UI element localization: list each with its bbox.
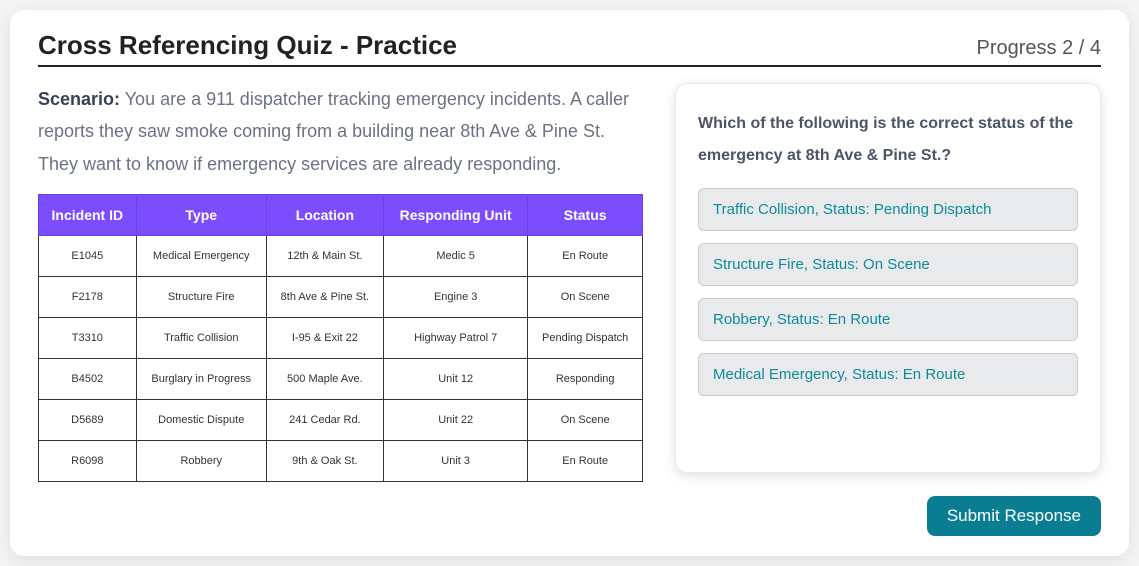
answer-option-3[interactable]: Robbery, Status: En Route bbox=[698, 298, 1078, 341]
col-responding-unit: Responding Unit bbox=[383, 195, 527, 236]
cell: Traffic Collision bbox=[136, 318, 266, 359]
scenario-label: Scenario: bbox=[38, 89, 120, 109]
col-incident-id: Incident ID bbox=[39, 195, 137, 236]
progress-indicator: Progress 2 / 4 bbox=[976, 37, 1101, 60]
submit-row: Submit Response bbox=[38, 496, 1101, 536]
cell: Pending Dispatch bbox=[528, 318, 643, 359]
cell: I-95 & Exit 22 bbox=[266, 318, 383, 359]
col-status: Status bbox=[528, 195, 643, 236]
submit-button[interactable]: Submit Response bbox=[927, 496, 1101, 536]
cell: Responding bbox=[528, 359, 643, 400]
page-title: Cross Referencing Quiz - Practice bbox=[38, 30, 457, 61]
col-type: Type bbox=[136, 195, 266, 236]
answer-option-4[interactable]: Medical Emergency, Status: En Route bbox=[698, 353, 1078, 396]
left-panel: Scenario: You are a 911 dispatcher track… bbox=[38, 83, 643, 482]
body-row: Scenario: You are a 911 dispatcher track… bbox=[38, 83, 1101, 482]
cell: Engine 3 bbox=[383, 277, 527, 318]
answer-option-1[interactable]: Traffic Collision, Status: Pending Dispa… bbox=[698, 188, 1078, 231]
question-text: Which of the following is the correct st… bbox=[698, 108, 1078, 172]
cell: Unit 12 bbox=[383, 359, 527, 400]
answer-option-2[interactable]: Structure Fire, Status: On Scene bbox=[698, 243, 1078, 286]
table-row: E1045 Medical Emergency 12th & Main St. … bbox=[39, 236, 643, 277]
cell: Domestic Dispute bbox=[136, 400, 266, 441]
col-location: Location bbox=[266, 195, 383, 236]
table-header-row: Incident ID Type Location Responding Uni… bbox=[39, 195, 643, 236]
cell: Highway Patrol 7 bbox=[383, 318, 527, 359]
table-row: T3310 Traffic Collision I-95 & Exit 22 H… bbox=[39, 318, 643, 359]
quiz-card: Cross Referencing Quiz - Practice Progre… bbox=[10, 10, 1129, 556]
cell: Medic 5 bbox=[383, 236, 527, 277]
cell: Unit 22 bbox=[383, 400, 527, 441]
table-row: R6098 Robbery 9th & Oak St. Unit 3 En Ro… bbox=[39, 441, 643, 482]
cell: 500 Maple Ave. bbox=[266, 359, 383, 400]
cell: En Route bbox=[528, 441, 643, 482]
scenario-body: You are a 911 dispatcher tracking emerge… bbox=[38, 89, 629, 174]
cell: On Scene bbox=[528, 400, 643, 441]
cell: En Route bbox=[528, 236, 643, 277]
cell: Unit 3 bbox=[383, 441, 527, 482]
cell: Robbery bbox=[136, 441, 266, 482]
cell: Structure Fire bbox=[136, 277, 266, 318]
table-row: D5689 Domestic Dispute 241 Cedar Rd. Uni… bbox=[39, 400, 643, 441]
scenario-text: Scenario: You are a 911 dispatcher track… bbox=[38, 83, 643, 180]
incident-table: Incident ID Type Location Responding Uni… bbox=[38, 194, 643, 482]
cell: R6098 bbox=[39, 441, 137, 482]
cell: Burglary in Progress bbox=[136, 359, 266, 400]
cell: F2178 bbox=[39, 277, 137, 318]
cell: 12th & Main St. bbox=[266, 236, 383, 277]
cell: T3310 bbox=[39, 318, 137, 359]
table-row: B4502 Burglary in Progress 500 Maple Ave… bbox=[39, 359, 643, 400]
cell: On Scene bbox=[528, 277, 643, 318]
header-row: Cross Referencing Quiz - Practice Progre… bbox=[38, 30, 1101, 67]
cell: E1045 bbox=[39, 236, 137, 277]
cell: 9th & Oak St. bbox=[266, 441, 383, 482]
cell: 241 Cedar Rd. bbox=[266, 400, 383, 441]
cell: D5689 bbox=[39, 400, 137, 441]
table-body: E1045 Medical Emergency 12th & Main St. … bbox=[39, 236, 643, 482]
cell: B4502 bbox=[39, 359, 137, 400]
cell: 8th Ave & Pine St. bbox=[266, 277, 383, 318]
question-panel: Which of the following is the correct st… bbox=[675, 83, 1101, 473]
table-row: F2178 Structure Fire 8th Ave & Pine St. … bbox=[39, 277, 643, 318]
cell: Medical Emergency bbox=[136, 236, 266, 277]
